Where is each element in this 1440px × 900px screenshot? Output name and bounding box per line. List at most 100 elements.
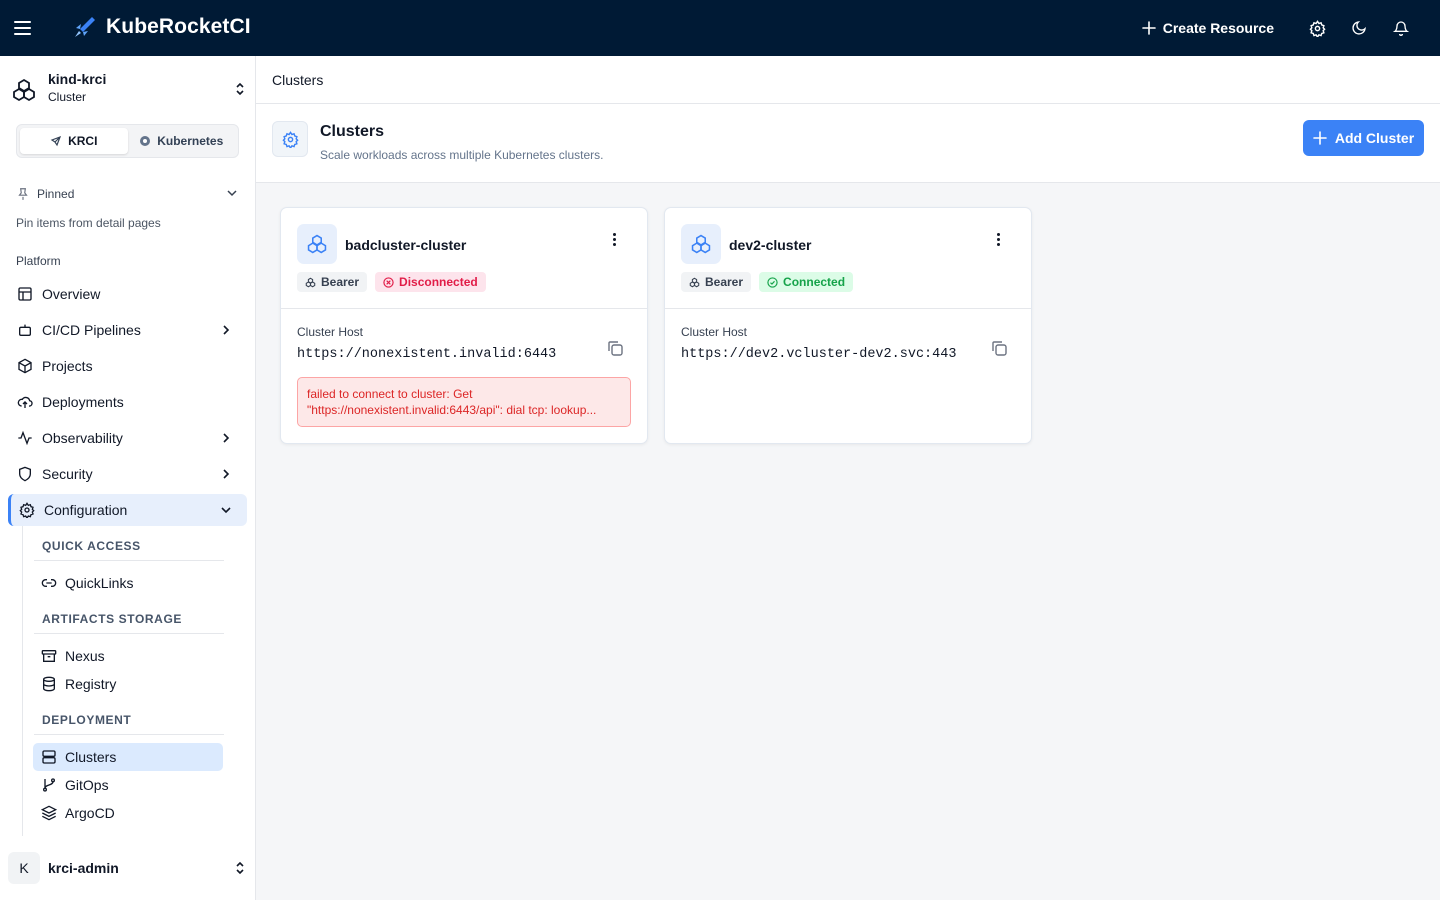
- page-title: Clusters: [320, 123, 385, 140]
- pinned-section-toggle[interactable]: Pinned: [16, 184, 240, 204]
- copy-icon[interactable]: [605, 338, 625, 358]
- chevron-up-down-icon: [236, 82, 244, 96]
- add-cluster-label: Add Cluster: [1334, 130, 1415, 146]
- status-badge: Disconnected: [375, 272, 486, 292]
- rocket-logo-icon: [75, 17, 95, 37]
- cluster-icon: [13, 78, 35, 102]
- error-line: "https://nonexistent.invalid:6443/api": …: [307, 403, 597, 417]
- gear-icon: [19, 502, 35, 518]
- badges: Bearer Disconnected: [297, 272, 486, 292]
- sidebar-item-security[interactable]: Security: [8, 458, 247, 490]
- sidebar-item-gitops[interactable]: GitOps: [33, 771, 223, 799]
- sidebar-item-label: QuickLinks: [65, 575, 134, 591]
- sidebar-item-projects[interactable]: Projects: [8, 350, 247, 382]
- link-icon: [41, 579, 57, 587]
- artifacts-storage-header: ARTIFACTS STORAGE: [42, 612, 182, 626]
- avatar: K: [8, 852, 40, 884]
- breadcrumb[interactable]: Clusters: [272, 72, 323, 88]
- tab-kubernetes-label: Kubernetes: [157, 134, 224, 148]
- sidebar-item-overview[interactable]: Overview: [8, 278, 247, 310]
- app-logo[interactable]: KubeRocketCI: [72, 14, 251, 40]
- host-value: https://dev2.vcluster-dev2.svc:443: [681, 347, 957, 362]
- chevron-up-down-icon: [236, 861, 244, 875]
- sidebar-item-label: Observability: [42, 430, 123, 446]
- divider: [34, 734, 224, 735]
- create-resource-button[interactable]: Create Resource: [1141, 20, 1274, 36]
- error-line: failed to connect to cluster: Get: [307, 387, 473, 401]
- host-value: https://nonexistent.invalid:6443: [297, 347, 557, 362]
- hamburger-menu-icon[interactable]: [14, 16, 36, 40]
- chevron-down-icon: [227, 190, 237, 197]
- app-title: KubeRocketCI: [106, 15, 251, 38]
- cluster-icon: [689, 277, 700, 287]
- sidebar-item-quicklinks[interactable]: QuickLinks: [33, 569, 223, 597]
- error-message: failed to connect to cluster: Get "https…: [297, 377, 631, 427]
- sidebar-item-label: Registry: [65, 676, 117, 692]
- copy-icon[interactable]: [989, 338, 1009, 358]
- auth-label: Bearer: [705, 275, 744, 289]
- sidebar-item-label: CI/CD Pipelines: [42, 322, 141, 338]
- tab-krci-label: KRCI: [68, 134, 98, 148]
- sidebar-item-observability[interactable]: Observability: [8, 422, 247, 454]
- host-label: Cluster Host: [297, 325, 364, 339]
- mode-switch: KRCI Kubernetes: [16, 124, 239, 158]
- gear-icon: [1308, 19, 1326, 37]
- cluster-name[interactable]: badcluster-cluster: [345, 237, 466, 253]
- pipeline-icon: [19, 324, 31, 336]
- badges: Bearer Connected: [681, 272, 854, 292]
- sidebar-item-label: Nexus: [65, 648, 105, 664]
- auth-badge: Bearer: [681, 272, 752, 292]
- quick-access-header: QUICK ACCESS: [42, 539, 141, 553]
- sidebar-item-label: Overview: [42, 286, 101, 302]
- shield-icon: [19, 466, 31, 482]
- top-bar: KubeRocketCI Create Resource: [0, 0, 1440, 56]
- overview-icon: [18, 287, 32, 301]
- card-header: dev2-cluster Bearer Connected: [665, 208, 1031, 309]
- more-actions-icon[interactable]: [991, 233, 1005, 249]
- sidebar-item-deployments[interactable]: Deployments: [8, 386, 247, 418]
- chevron-right-icon: [223, 433, 230, 443]
- cluster-card: badcluster-cluster Bearer Disconnected C…: [280, 207, 648, 444]
- rocket-icon: [50, 135, 62, 147]
- cluster-name[interactable]: dev2-cluster: [729, 237, 811, 253]
- sidebar-item-configuration[interactable]: Configuration: [8, 494, 247, 526]
- chevron-right-icon: [223, 469, 230, 479]
- create-resource-label: Create Resource: [1162, 20, 1274, 36]
- status-label: Connected: [783, 275, 846, 289]
- activity-icon: [18, 430, 32, 446]
- kubernetes-icon: [140, 136, 151, 146]
- cluster-icon: [297, 224, 337, 264]
- cluster-switcher[interactable]: kind-krci Cluster: [10, 70, 250, 110]
- user-menu[interactable]: K krci-admin: [8, 852, 248, 884]
- add-cluster-button[interactable]: Add Cluster: [1303, 120, 1424, 156]
- sidebar-item-label: ArgoCD: [65, 805, 115, 821]
- chevron-right-icon: [223, 325, 230, 335]
- sidebar-item-nexus[interactable]: Nexus: [33, 642, 223, 670]
- sidebar-item-label: Projects: [42, 358, 93, 374]
- divider: [34, 560, 224, 561]
- sidebar-item-registry[interactable]: Registry: [33, 670, 223, 698]
- moon-icon: [1352, 21, 1366, 35]
- sidebar-item-argocd[interactable]: ArgoCD: [33, 799, 223, 827]
- archive-icon: [41, 650, 57, 662]
- pin-icon: [18, 188, 28, 200]
- cluster-name: kind-krci: [48, 71, 107, 87]
- theme-toggle-button[interactable]: [1338, 8, 1380, 48]
- deployment-header: DEPLOYMENT: [42, 713, 132, 727]
- notifications-button[interactable]: [1380, 8, 1422, 48]
- sidebar-item-label: Security: [42, 466, 93, 482]
- breadcrumb-bar: Clusters: [256, 56, 1440, 104]
- sidebar-item-clusters[interactable]: Clusters: [33, 743, 223, 771]
- platform-section-label: Platform: [16, 254, 61, 268]
- more-actions-icon[interactable]: [607, 233, 621, 249]
- sidebar-item-label: Clusters: [65, 749, 117, 765]
- tab-krci[interactable]: KRCI: [20, 128, 128, 154]
- settings-button[interactable]: [1296, 8, 1338, 48]
- plus-icon: [1141, 21, 1156, 35]
- sidebar-item-cicd-pipelines[interactable]: CI/CD Pipelines: [8, 314, 247, 346]
- pinned-hint: Pin items from detail pages: [16, 216, 161, 230]
- tab-kubernetes[interactable]: Kubernetes: [128, 128, 236, 154]
- chevron-down-icon: [221, 507, 231, 514]
- package-icon: [18, 358, 32, 374]
- server-icon: [42, 750, 56, 764]
